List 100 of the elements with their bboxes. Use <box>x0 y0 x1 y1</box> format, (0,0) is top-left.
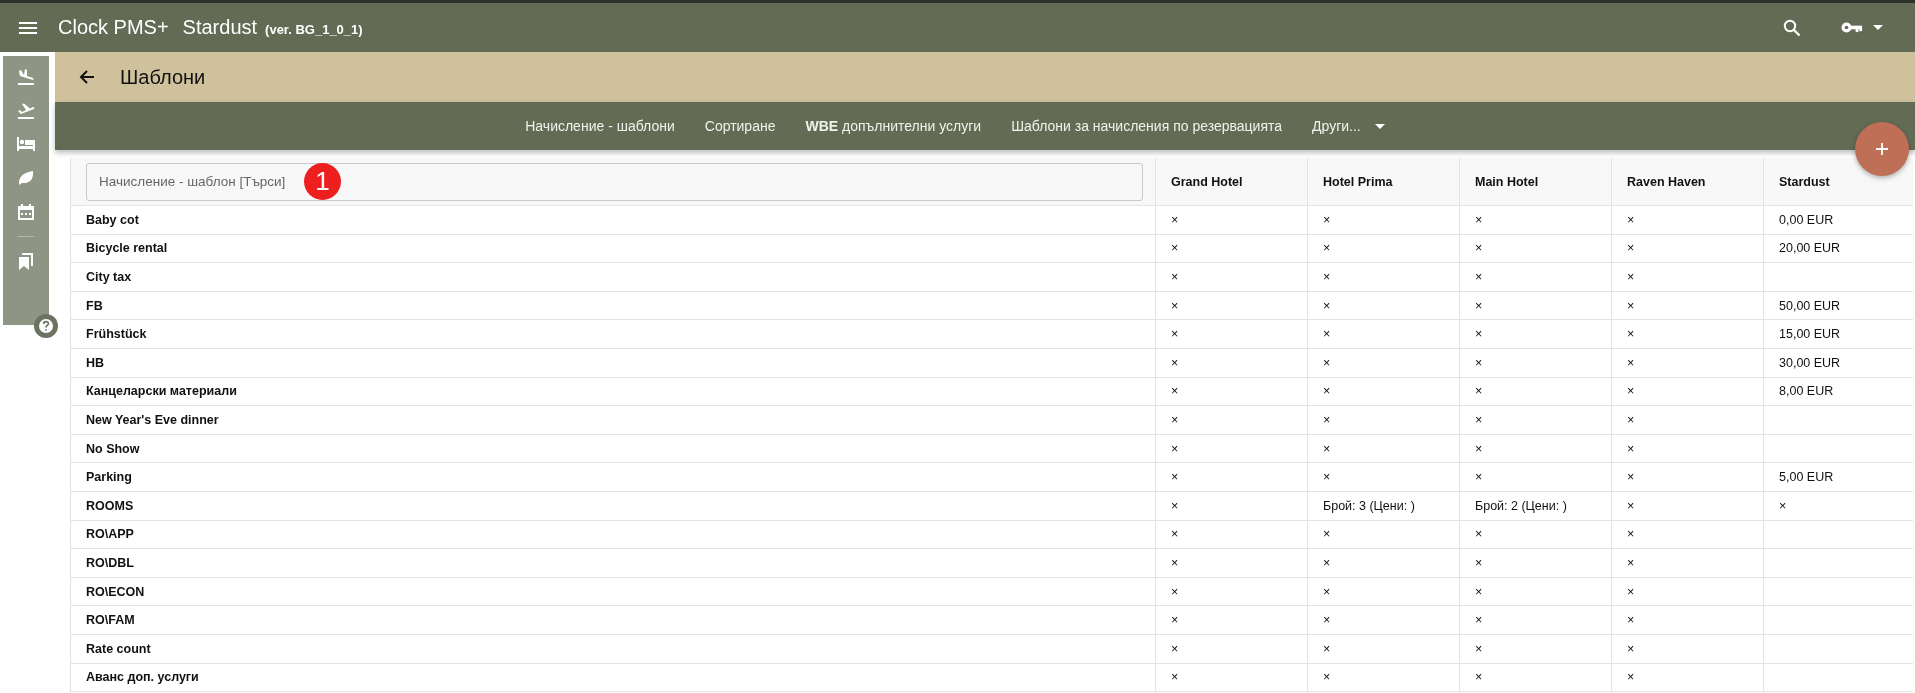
column-header: Raven Haven <box>1612 158 1764 205</box>
table-cell: × <box>1475 470 1483 485</box>
column-header: Grand Hotel <box>1156 158 1308 205</box>
table-cell: × <box>1171 241 1179 256</box>
template-name: No Show <box>86 441 140 456</box>
template-name: RO\FAM <box>86 613 135 628</box>
table-cell: × <box>1779 498 1787 513</box>
bookmarks-icon[interactable] <box>16 251 36 271</box>
table-cell: 30,00 EUR <box>1779 355 1841 370</box>
table-cell: × <box>1627 355 1635 370</box>
nav-tab[interactable]: Начисление - шаблони <box>510 112 690 140</box>
calendar-icon[interactable] <box>16 202 36 222</box>
nav-tab[interactable]: WBE допълнителни услуги <box>790 112 997 140</box>
table-cell: × <box>1475 584 1483 599</box>
table-cell: × <box>1171 441 1179 456</box>
table-cell: × <box>1627 555 1635 570</box>
table-cell: × <box>1627 384 1635 399</box>
template-name: Аванс доп. услуги <box>86 670 199 685</box>
table-cell: × <box>1475 441 1483 456</box>
table-cell: × <box>1323 470 1331 485</box>
table-cell: × <box>1171 470 1179 485</box>
table-cell: × <box>1171 355 1179 370</box>
table-cell: × <box>1323 670 1331 685</box>
nav-tab[interactable]: Шаблони за начисления по резервацията <box>996 112 1297 140</box>
table-cell: × <box>1627 441 1635 456</box>
table-cell: × <box>1171 270 1179 284</box>
table-cell: 5,00 EUR <box>1779 470 1834 485</box>
table-cell: × <box>1627 498 1635 513</box>
table-cell: × <box>1627 527 1635 542</box>
table-cell: × <box>1475 298 1483 313</box>
table-cell: × <box>1171 212 1179 227</box>
table-cell: × <box>1475 212 1483 227</box>
table-cell: × <box>1475 241 1483 256</box>
caret-icon <box>1374 123 1385 129</box>
plane-landing-icon[interactable] <box>16 66 36 86</box>
table-cell: × <box>1627 641 1635 656</box>
table-cell: × <box>1475 270 1483 284</box>
table-cell: × <box>1323 441 1331 456</box>
template-name: New Year's Eve dinner <box>86 412 219 427</box>
table-cell: 15,00 EUR <box>1779 327 1841 342</box>
table-cell: × <box>1475 613 1483 628</box>
table-cell: × <box>1627 327 1635 342</box>
table-cell: × <box>1323 298 1331 313</box>
template-name: Канцеларски материали <box>86 384 237 399</box>
back-arrow-icon[interactable] <box>79 69 95 85</box>
column-header: Main Hotel <box>1460 158 1612 205</box>
table-cell: × <box>1323 212 1331 227</box>
table-cell: × <box>1627 670 1635 685</box>
column-header: Stardust <box>1764 158 1915 205</box>
table-cell: 20,00 EUR <box>1779 241 1841 256</box>
table-cell: × <box>1323 384 1331 399</box>
table-cell: × <box>1323 327 1331 342</box>
template-name: Baby cot <box>86 212 139 227</box>
table-cell: × <box>1171 498 1179 513</box>
table-cell: × <box>1475 327 1483 342</box>
template-name: FB <box>86 298 103 313</box>
search-icon[interactable] <box>1783 18 1801 37</box>
table-cell: × <box>1171 412 1179 427</box>
table-cell: × <box>1627 470 1635 485</box>
plus-icon <box>1875 142 1889 156</box>
leaf-icon[interactable] <box>16 168 36 188</box>
table-cell: × <box>1627 584 1635 599</box>
key-icon[interactable] <box>1841 22 1863 33</box>
table-cell: Брой: 2 (Цени: ) <box>1475 498 1567 513</box>
template-name: Frühstück <box>86 327 147 342</box>
menu-icon[interactable] <box>19 21 37 34</box>
nav-tab[interactable]: Сортиране <box>689 112 791 140</box>
table-cell: × <box>1475 527 1483 542</box>
table-cell: × <box>1475 384 1483 399</box>
table-cell: × <box>1171 298 1179 313</box>
template-name: ROOMS <box>86 498 134 513</box>
table-cell: × <box>1475 641 1483 656</box>
table-cell: 50,00 EUR <box>1779 298 1841 313</box>
table-cell: × <box>1323 241 1331 256</box>
help-icon[interactable] <box>34 314 58 338</box>
bed-icon[interactable] <box>16 134 36 154</box>
column-header: Hotel Prima <box>1308 158 1460 205</box>
table-cell: × <box>1323 412 1331 427</box>
table-cell: × <box>1627 298 1635 313</box>
table-cell: × <box>1171 527 1179 542</box>
table-cell: × <box>1323 270 1331 284</box>
table-cell: × <box>1475 412 1483 427</box>
page-title: Шаблони <box>120 65 206 89</box>
template-name: RO\DBL <box>86 555 134 570</box>
app-name: Clock PMS+ <box>58 16 169 39</box>
template-name: City tax <box>86 270 132 284</box>
template-name: Rate count <box>86 641 151 656</box>
table-cell: 8,00 EUR <box>1779 384 1834 399</box>
table-cell: × <box>1171 670 1179 685</box>
table-cell: × <box>1171 384 1179 399</box>
template-name: Bicycle rental <box>86 241 168 256</box>
caret-icon[interactable] <box>1873 25 1883 30</box>
more-tab[interactable]: Други... <box>1297 112 1400 140</box>
template-name: RO\ECON <box>86 584 145 599</box>
table-cell: 0,00 EUR <box>1779 212 1834 227</box>
table-cell: × <box>1323 641 1331 656</box>
template-name: HB <box>86 355 105 370</box>
table-cell: × <box>1171 613 1179 628</box>
version-label: (ver. BG_1_0_1) <box>265 22 363 37</box>
table-cell: × <box>1475 555 1483 570</box>
